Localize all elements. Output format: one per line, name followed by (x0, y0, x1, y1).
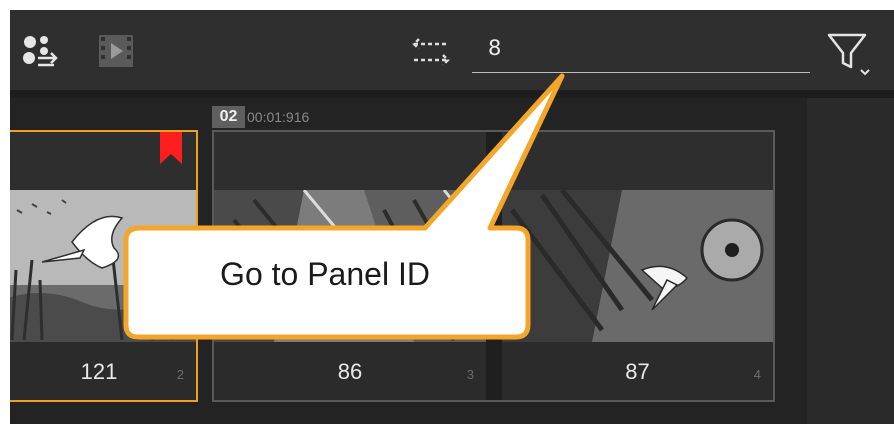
callout-text: Go to Panel ID (220, 256, 430, 292)
bookmark-icon[interactable] (158, 132, 184, 164)
panel-number: 121 (80, 359, 118, 384)
panel-thumbnail (502, 190, 773, 342)
panel-header (10, 132, 196, 190)
panel-footer: 121 2 (10, 342, 196, 400)
playback-icon[interactable] (98, 34, 134, 68)
search-value: 8 (488, 36, 502, 60)
panel-number: 86 (337, 359, 363, 384)
swap-arrows-icon[interactable] (410, 36, 452, 68)
panel-footer: 87 4 (502, 342, 773, 400)
panel-index: 2 (176, 367, 184, 382)
scene-duration: 00:01:916 (247, 109, 310, 125)
filter-icon[interactable] (825, 32, 875, 78)
toolbar: 8 (10, 10, 894, 90)
storyboard-app: 8 121 2 02 00:01:916 86 3 87 4 (10, 10, 894, 424)
panel-card[interactable]: 87 4 (502, 132, 773, 400)
panel-index: 3 (466, 367, 474, 382)
scroll-gutter (807, 98, 894, 424)
panel-header (214, 132, 486, 190)
panel-header (502, 132, 773, 190)
scene-number-badge: 02 (212, 106, 245, 128)
scene-members-icon[interactable] (20, 34, 60, 70)
panel-footer: 86 3 (214, 342, 486, 400)
panel-id-search-input[interactable]: 8 (472, 26, 810, 73)
panel-index: 4 (753, 367, 761, 382)
panel-number: 87 (625, 359, 650, 384)
